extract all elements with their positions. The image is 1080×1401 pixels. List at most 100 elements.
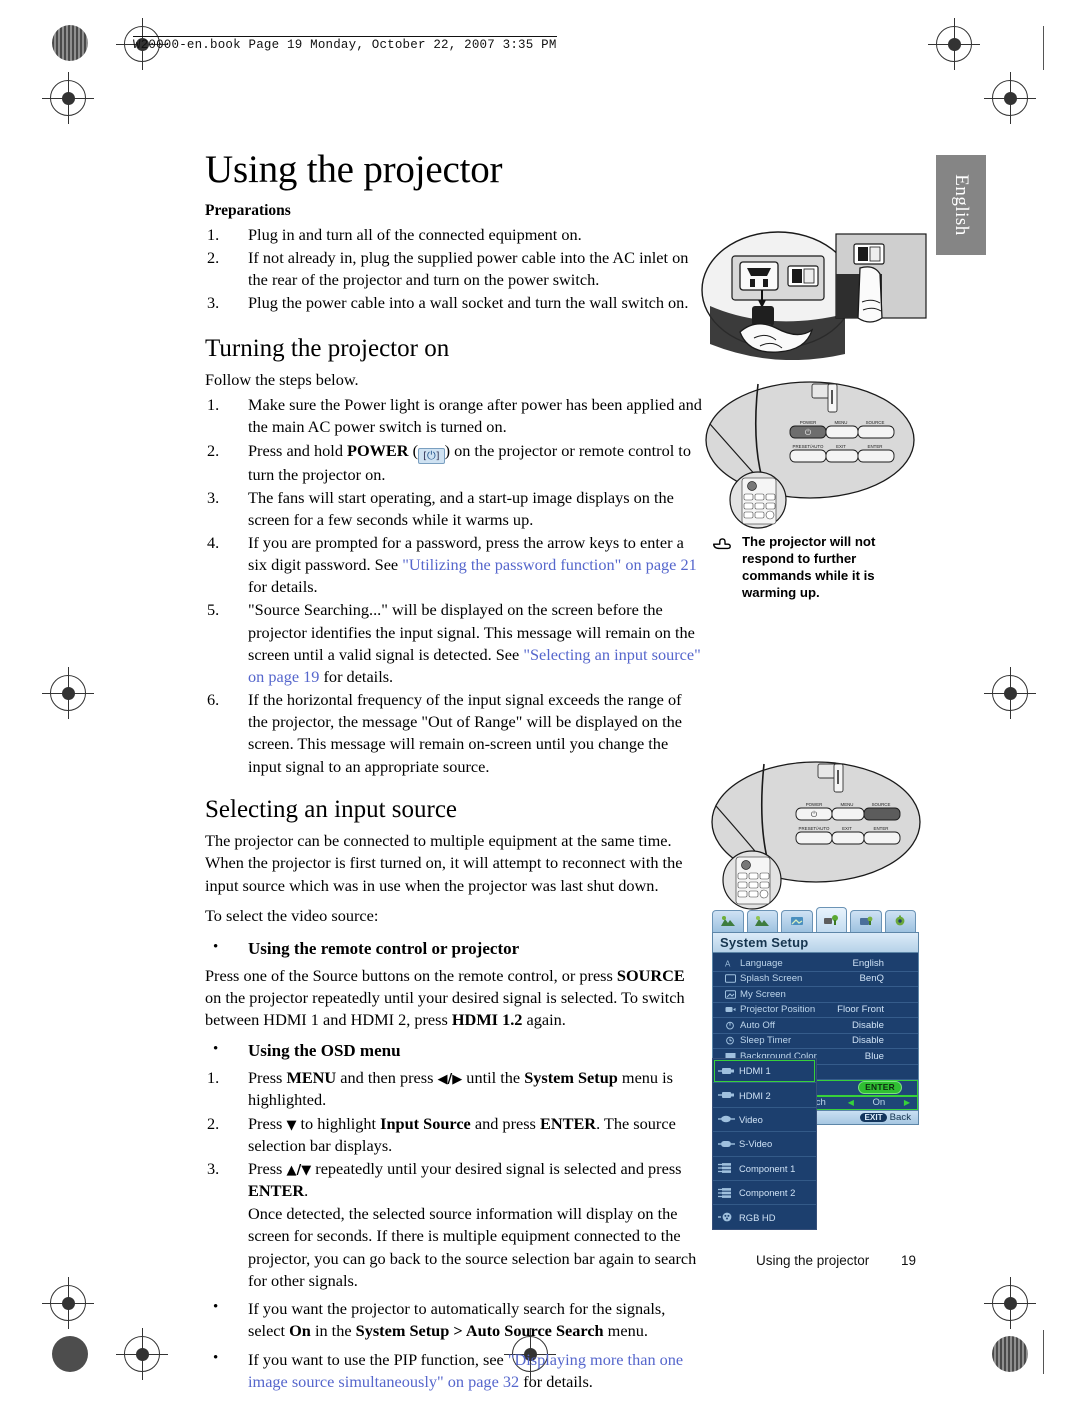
running-header: W20000-en.book Page 19 Monday, October 2… xyxy=(133,36,557,52)
warning-note: The projector will not respond to furthe… xyxy=(712,534,927,602)
component-icon xyxy=(718,1163,731,1174)
osd-menu-steps: 1. Press MENU and then press ◀/▶ until th… xyxy=(205,1067,705,1292)
registration-mark-bottom-left xyxy=(42,1277,94,1329)
osd-row-auto-off[interactable]: Auto Off Disable xyxy=(713,1018,918,1034)
osd-tab-information[interactable] xyxy=(850,910,882,932)
auto-source-search-keyword: Auto Source Search xyxy=(465,1321,604,1341)
text-b: for details. xyxy=(519,1372,593,1392)
ac-inlet-illustration xyxy=(701,231,927,360)
source-item-label: S-Video xyxy=(739,1138,773,1150)
list-item: 2. Press and hold POWER ([⏻]) on the pro… xyxy=(205,440,705,486)
source-item-component-1[interactable]: Component 1 xyxy=(713,1157,816,1181)
system-setup-keyword: System Setup xyxy=(355,1321,450,1341)
turning-on-intro: Follow the steps below. xyxy=(205,370,359,390)
crop-line-bottom xyxy=(1043,1330,1044,1374)
input-source-keyword: Input Source xyxy=(380,1113,471,1133)
panel-label-preset: PRESET/AUTO xyxy=(793,444,824,449)
source-selection-bar: HDMI 1 HDMI 2 Video S-Video Component 1 … xyxy=(712,1058,817,1230)
osd-tab-picture-basic[interactable] xyxy=(712,910,744,932)
subsection-label: Using the remote control or projector xyxy=(248,938,520,958)
list-text: Plug the power cable into a wall socket … xyxy=(248,293,689,313)
svg-text:⏻: ⏻ xyxy=(811,810,818,819)
osd-tab-display[interactable] xyxy=(781,910,813,932)
source-item-hdmi-1[interactable]: HDMI 1 xyxy=(713,1059,816,1084)
video-icon xyxy=(718,1116,735,1123)
text-c: until the xyxy=(462,1068,525,1088)
osd-tab-system-setup[interactable] xyxy=(815,907,847,932)
osd-row-my-screen[interactable]: My Screen xyxy=(713,987,918,1003)
osd-tab-advanced-setup[interactable] xyxy=(884,910,916,932)
osd-row-sleep-timer[interactable]: Sleep Timer Disable xyxy=(713,1034,918,1049)
selecting-source-bullets: • If you want the projector to automatica… xyxy=(205,1298,705,1394)
osd-row-projector-position[interactable]: Projector Position Floor Front xyxy=(713,1003,918,1018)
list-text-cont: for details. xyxy=(248,577,318,597)
list-item: • If you want to use the PIP function, se… xyxy=(205,1349,705,1393)
projector-panel-source-illustration: POWER MENU SOURCE PRESET/AUTO EXIT ENTER ⏻ xyxy=(711,761,921,910)
panel-label-power: POWER xyxy=(800,420,817,425)
list-number: 2. xyxy=(207,440,220,460)
list-item: • If you want the projector to automatica… xyxy=(205,1298,705,1342)
osd-row-splash-screen[interactable]: Splash Screen BenQ xyxy=(713,972,918,987)
svg-text:⏻: ⏻ xyxy=(805,428,812,437)
registration-mark-right xyxy=(984,72,1036,124)
osd-row-value: Blue xyxy=(864,1050,884,1062)
osd-row-value: On xyxy=(872,1097,886,1109)
svg-text:POWER: POWER xyxy=(806,802,823,807)
osd-status-right: EXIT Back xyxy=(860,1112,911,1123)
text-c: menu. xyxy=(603,1321,648,1341)
text-b: repeatedly until your desired signal is … xyxy=(311,1158,682,1178)
cross-reference-link[interactable]: "Utilizing the password function" on pag… xyxy=(402,555,697,574)
language-side-tab-label: English xyxy=(951,174,972,236)
svg-text:ENTER: ENTER xyxy=(874,826,889,831)
list-text: Make sure the Power light is orange afte… xyxy=(248,395,702,437)
subsection-osd-menu: • Using the OSD menu xyxy=(205,1041,705,1061)
power-keyword: POWER xyxy=(347,440,409,460)
panel-label-exit: EXIT xyxy=(836,444,846,449)
list-item: 2. If not already in, plug the supplied … xyxy=(205,247,705,291)
list-number: 3. xyxy=(207,487,220,507)
osd-right-arrow-icon[interactable]: ▶ xyxy=(904,1098,910,1107)
enter-keyword: ENTER xyxy=(248,1181,305,1201)
osd-exit-key[interactable]: EXIT xyxy=(860,1113,887,1122)
osd-row-label: Auto Off xyxy=(740,1019,776,1031)
osd-tab-picture-advanced[interactable] xyxy=(746,910,778,932)
list-number: 1. xyxy=(207,395,220,415)
source-item-label: Video xyxy=(739,1113,763,1125)
text-a: Press xyxy=(248,1158,287,1178)
osd-row-value: BenQ xyxy=(859,973,884,985)
subsection-label: Using the OSD menu xyxy=(248,1041,401,1061)
list-text: Plug in and turn all of the connected eq… xyxy=(248,224,582,244)
text-b: on the projector repeatedly until your d… xyxy=(205,988,685,1030)
svideo-icon xyxy=(718,1140,735,1147)
preparations-steps: 1. Plug in and turn all of the connected… xyxy=(205,224,705,315)
subsection-remote-control: • Using the remote control or projector xyxy=(205,939,705,959)
source-item-component-2[interactable]: Component 2 xyxy=(713,1181,816,1206)
osd-enter-pill[interactable]: ENTER xyxy=(858,1080,902,1094)
myscreen-icon xyxy=(725,990,736,999)
left-right-arrow-icon: ◀/▶ xyxy=(437,1072,463,1088)
svg-text:SOURCE: SOURCE xyxy=(872,802,891,807)
osd-row-value: Disable xyxy=(852,1035,884,1047)
hdmi-icon xyxy=(718,1092,734,1099)
osd-row-language[interactable]: A Language English xyxy=(713,956,918,972)
osd-row-label: My Screen xyxy=(740,988,786,1000)
corner-registration-blob-tl xyxy=(52,25,88,61)
page-footer: Using the projector 19 xyxy=(756,1253,916,1268)
registration-mark-mid-right xyxy=(984,667,1036,719)
hdmi-keyword: HDMI 1.2 xyxy=(451,1010,523,1030)
enter-keyword: ENTER xyxy=(539,1113,597,1133)
registration-mark-bottom xyxy=(116,1328,168,1380)
position-icon xyxy=(725,1007,736,1013)
source-item-s-video[interactable]: S-Video xyxy=(713,1132,816,1157)
osd-left-arrow-icon[interactable]: ◀ xyxy=(848,1098,854,1107)
source-item-label: Component 2 xyxy=(739,1187,796,1199)
list-text: Press and hold xyxy=(248,440,348,460)
osd-row-label: Sleep Timer xyxy=(740,1035,792,1047)
list-item: 6. If the horizontal frequency of the in… xyxy=(205,689,705,778)
source-item-hdmi-2[interactable]: HDMI 2 xyxy=(713,1083,816,1108)
menu-keyword: MENU xyxy=(286,1068,337,1088)
text-a: Press xyxy=(248,1068,287,1088)
source-item-rgb-hd[interactable]: RGB HD xyxy=(713,1205,816,1228)
registration-mark-bottom-right xyxy=(984,1277,1036,1329)
source-item-video[interactable]: Video xyxy=(713,1108,816,1133)
